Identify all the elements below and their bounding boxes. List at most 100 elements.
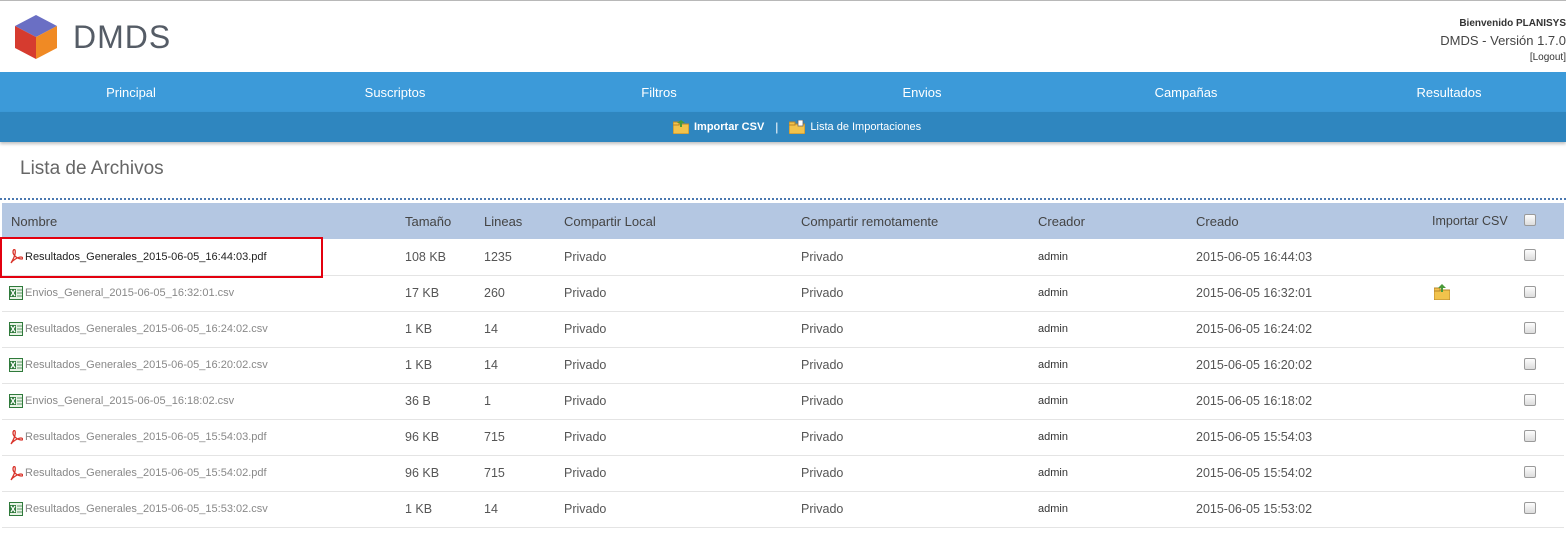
table-row: Resultados_Generales_2015-06-05_16:24:02… xyxy=(2,311,1564,347)
file-lines: 14 xyxy=(484,322,498,336)
created-date: 2015-06-05 15:54:03 xyxy=(1196,430,1313,444)
share-local[interactable]: Privado xyxy=(564,383,801,419)
row-checkbox[interactable] xyxy=(1524,285,1536,298)
page-title: Lista de Archivos xyxy=(20,158,164,179)
share-remote[interactable]: Privado xyxy=(801,455,1038,491)
csv-file-icon xyxy=(9,394,23,408)
file-name: Envios_General_2015-06-05_16:18:02.csv xyxy=(25,395,235,407)
pdf-file-icon xyxy=(10,429,23,444)
col-creator-header[interactable]: Creador xyxy=(1038,203,1196,239)
file-name: Resultados_Generales_2015-06-05_15:54:03… xyxy=(25,431,267,443)
share-remote[interactable]: Privado xyxy=(801,383,1038,419)
col-created-header[interactable]: Creado xyxy=(1196,203,1432,239)
nav-campanas[interactable]: Campañas xyxy=(1155,72,1218,112)
col-name-header[interactable]: Nombre xyxy=(2,203,405,239)
file-name-link[interactable]: Resultados_Generales_2015-06-05_15:54:02… xyxy=(9,465,405,481)
csv-file-icon xyxy=(9,358,23,372)
created-date: 2015-06-05 15:54:02 xyxy=(1196,466,1313,480)
table-row: Envios_General_2015-06-05_16:32:01.csv 17… xyxy=(2,275,1564,311)
share-remote[interactable]: Privado xyxy=(801,419,1038,455)
brand-name: DMDS xyxy=(73,18,172,55)
file-size: 96 KB xyxy=(405,430,440,444)
col-size-header[interactable]: Tamaño xyxy=(405,203,484,239)
col-share-local-header[interactable]: Compartir Local xyxy=(564,203,801,239)
col-lines-header[interactable]: Lineas xyxy=(484,203,564,239)
file-size: 108 KB xyxy=(405,249,447,264)
creator: admin xyxy=(1038,395,1068,407)
main-nav: Principal Suscriptos Filtros Envios Camp… xyxy=(0,72,1566,112)
file-size: 96 KB xyxy=(405,466,440,480)
import-csv-button[interactable] xyxy=(1433,283,1451,303)
import-list-link[interactable]: Lista de Importaciones xyxy=(789,120,921,134)
created-date: 2015-06-05 16:18:02 xyxy=(1196,394,1313,408)
row-checkbox[interactable] xyxy=(1524,393,1536,406)
share-remote[interactable]: Privado xyxy=(801,491,1038,527)
top-border xyxy=(0,0,1566,1)
highlight-box xyxy=(0,237,323,278)
share-remote[interactable]: Privado xyxy=(801,311,1038,347)
import-csv-icon xyxy=(1433,283,1451,300)
title-divider xyxy=(0,198,1566,200)
row-checkbox[interactable] xyxy=(1524,357,1536,370)
share-local[interactable]: Privado xyxy=(564,347,801,383)
file-size: 1 KB xyxy=(405,358,433,372)
csv-file-icon xyxy=(9,322,23,336)
user-info: Bienvenido PLANISYS DMDS - Versión 1.7.0… xyxy=(1440,16,1566,66)
nav-suscriptos[interactable]: Suscriptos xyxy=(365,72,426,112)
row-checkbox[interactable] xyxy=(1524,429,1536,442)
share-local[interactable]: Privado xyxy=(564,311,801,347)
import-list-label: Lista de Importaciones xyxy=(810,121,922,133)
table-row: Resultados_Generales_2015-06-05_16:20:02… xyxy=(2,347,1564,383)
share-remote[interactable]: Privado xyxy=(801,347,1038,383)
file-lines: 1235 xyxy=(484,249,512,264)
logo[interactable]: DMDS xyxy=(13,13,171,61)
import-csv-label: Importar CSV xyxy=(694,121,765,133)
csv-file-icon xyxy=(9,502,23,516)
file-name: Resultados_Generales_2015-06-05_15:54:02… xyxy=(25,467,267,479)
col-import-csv-header: Importar CSV xyxy=(1432,214,1508,228)
import-csv-link[interactable]: Importar CSV xyxy=(673,120,764,134)
file-name-link[interactable]: Resultados_Generales_2015-06-05_16:20:02… xyxy=(9,358,405,372)
folder-import-icon xyxy=(673,120,689,134)
file-lines: 14 xyxy=(484,358,498,372)
pdf-file-icon xyxy=(10,465,23,480)
created-date: 2015-06-05 16:20:02 xyxy=(1196,358,1313,372)
share-local[interactable]: Privado xyxy=(564,491,801,527)
sub-nav: Importar CSV | Lista de Importaciones xyxy=(0,112,1566,142)
row-checkbox[interactable] xyxy=(1524,465,1536,478)
nav-resultados[interactable]: Resultados xyxy=(1416,72,1481,112)
share-local[interactable]: Privado xyxy=(564,275,801,311)
file-name-link[interactable]: Envios_General_2015-06-05_16:32:01.csv xyxy=(9,286,405,300)
created-date: 2015-06-05 16:32:01 xyxy=(1196,286,1313,300)
file-name: Resultados_Generales_2015-06-05_16:20:02… xyxy=(25,359,268,371)
creator: admin xyxy=(1038,323,1068,335)
nav-envios[interactable]: Envios xyxy=(902,72,941,112)
share-local[interactable]: Privado xyxy=(564,239,801,275)
share-remote[interactable]: Privado xyxy=(801,239,1038,275)
select-all-checkbox[interactable] xyxy=(1524,213,1536,226)
row-checkbox[interactable] xyxy=(1524,501,1536,514)
row-checkbox[interactable] xyxy=(1524,321,1536,334)
file-name-link[interactable]: Resultados_Generales_2015-06-05_16:24:02… xyxy=(9,322,405,336)
file-lines: 14 xyxy=(484,502,498,516)
file-name: Envios_General_2015-06-05_16:32:01.csv xyxy=(25,287,235,299)
folder-list-icon xyxy=(789,120,806,134)
dmds-logo-icon xyxy=(15,15,57,59)
nav-filtros[interactable]: Filtros xyxy=(641,72,676,112)
file-size: 1 KB xyxy=(405,502,433,516)
col-share-remote-header[interactable]: Compartir remotamente xyxy=(801,203,1038,239)
file-name-link[interactable]: Resultados_Generales_2015-06-05_15:54:03… xyxy=(9,429,405,445)
creator: admin xyxy=(1038,431,1068,443)
row-checkbox[interactable] xyxy=(1524,249,1536,262)
file-size: 1 KB xyxy=(405,322,433,336)
share-local[interactable]: Privado xyxy=(564,419,801,455)
file-name-link[interactable]: Envios_General_2015-06-05_16:18:02.csv xyxy=(9,394,405,408)
share-remote[interactable]: Privado xyxy=(801,275,1038,311)
file-name-link[interactable]: Resultados_Generales_2015-06-05_15:53:02… xyxy=(9,502,405,516)
logout-link[interactable]: [Logout] xyxy=(1440,50,1566,66)
subnav-separator: | xyxy=(775,120,779,134)
nav-principal[interactable]: Principal xyxy=(106,72,156,112)
table-row: Resultados_Generales_2015-06-05_15:54:03… xyxy=(2,419,1564,455)
share-local[interactable]: Privado xyxy=(564,455,801,491)
file-lines: 1 xyxy=(484,394,491,408)
